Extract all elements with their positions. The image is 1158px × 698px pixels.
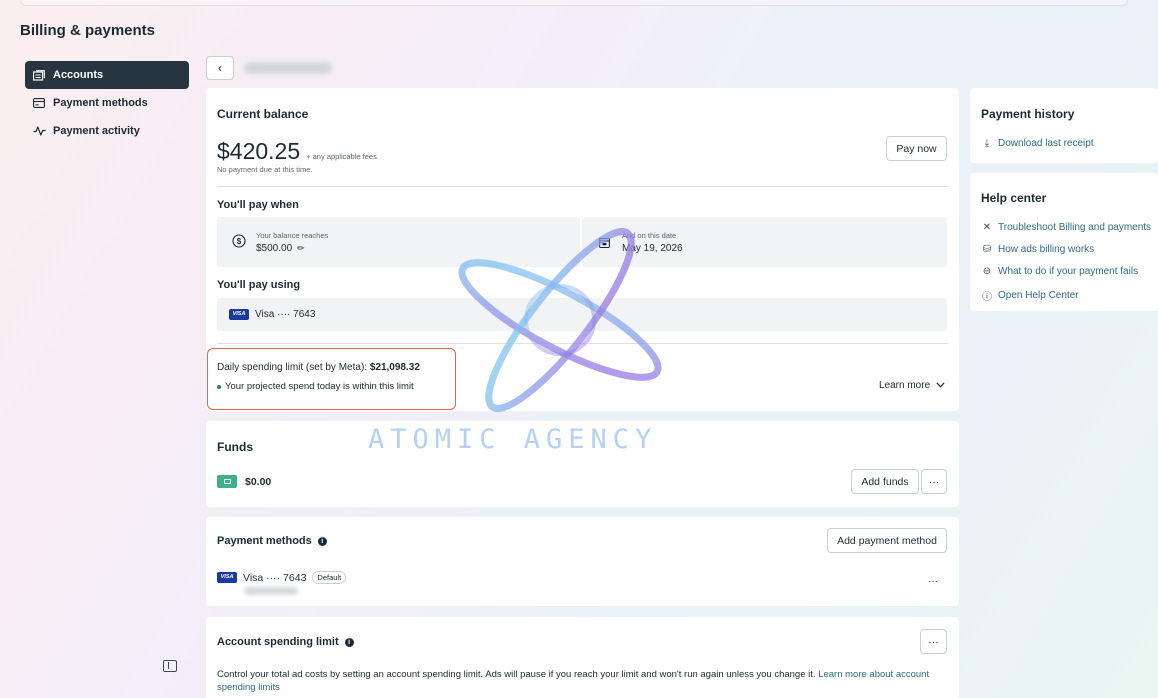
coins-icon: ⛁ <box>982 244 992 255</box>
help-center-card: Help center ✕ Troubleshoot Billing and p… <box>970 173 1158 311</box>
card-label: Visa ···· 7643 <box>255 309 316 320</box>
tools-icon: ✕ <box>982 222 992 233</box>
pay-when-title: You'll pay when <box>217 199 299 211</box>
sidebar-item-payment-methods[interactable]: Payment methods <box>25 89 189 117</box>
date-value: May 19, 2026 <box>622 243 683 254</box>
funds-amount: $0.00 <box>245 476 272 488</box>
pay-now-button[interactable]: Pay now <box>886 136 947 161</box>
learn-more-label: Learn more <box>879 380 931 391</box>
calendar-icon <box>599 235 610 253</box>
svg-text:$: $ <box>237 237 242 246</box>
account-limit-description: Control your total ad costs by setting a… <box>217 669 816 680</box>
date-box: And on this date May 19, 2026 <box>582 217 947 267</box>
sidebar-item-label: Payment methods <box>53 97 148 109</box>
account-name-redacted <box>244 62 332 74</box>
dollar-circle-icon: $ <box>232 234 246 253</box>
balance-amount: $420.25 <box>217 138 301 164</box>
help-link-billing[interactable]: ⛁ How ads billing works <box>982 244 1094 255</box>
help-link-open-help-center[interactable]: ⓘ Open Help Center <box>982 288 1079 303</box>
sidebar-nav: Accounts Payment methods Payment activit… <box>25 61 189 145</box>
sidebar-item-label: Accounts <box>53 69 104 81</box>
date-label: And on this date <box>622 231 677 240</box>
help-link-payment-fails[interactable]: ⊖ What to do if your payment fails <box>982 266 1138 277</box>
sidebar-item-payment-activity[interactable]: Payment activity <box>25 117 189 145</box>
daily-limit-value: $21,098.32 <box>369 362 420 373</box>
chevron-down-icon <box>936 380 945 391</box>
back-button[interactable]: ‹ <box>206 56 234 80</box>
help-link-label: Open Help Center <box>998 290 1079 301</box>
help-center-title: Help center <box>981 191 1047 205</box>
payment-methods-title: Payment methods <box>217 535 312 547</box>
payment-methods-card: Payment methods i Add payment method VIS… <box>206 517 959 606</box>
card-detail-redacted <box>244 587 298 595</box>
funds-more-button[interactable]: ··· <box>921 469 947 494</box>
account-limit-title: Account spending limit <box>217 636 339 648</box>
visa-icon: VISA <box>217 572 237 583</box>
divider <box>217 343 948 344</box>
help-link-label: How ads billing works <box>998 244 1095 255</box>
question-icon: ⓘ <box>982 292 992 303</box>
help-link-troubleshoot[interactable]: ✕ Troubleshoot Billing and payments <box>982 222 1151 233</box>
due-note: No payment due at this time. <box>217 165 313 174</box>
wallet-icon <box>217 475 237 488</box>
account-spending-limit-card: Account spending limit i ··· Control you… <box>206 617 959 698</box>
daily-limit-note: Your projected spend today is within thi… <box>225 381 414 392</box>
accounts-icon <box>33 69 53 81</box>
current-balance-card: Current balance $420.25 + any applicable… <box>206 88 959 411</box>
account-limit-description-block: Control your total ad costs by setting a… <box>217 668 937 694</box>
default-badge: Default <box>312 571 347 584</box>
add-payment-method-button[interactable]: Add payment method <box>827 528 947 553</box>
activity-icon <box>33 126 53 136</box>
payment-history-card: Payment history ⤓ Download last receipt <box>970 88 1158 163</box>
minus-circle-icon: ⊖ <box>982 266 992 277</box>
pay-using-title: You'll pay using <box>217 279 301 291</box>
collapse-sidebar-icon[interactable] <box>163 660 177 672</box>
payment-method-more-button[interactable]: ··· <box>928 576 938 587</box>
threshold-label: Your balance reaches <box>256 231 329 240</box>
watermark-text: ATOMIC AGENCY <box>368 424 658 455</box>
add-funds-button[interactable]: Add funds <box>851 469 919 494</box>
daily-limit-label: Daily spending limit (set by Meta): <box>217 362 368 373</box>
daily-limit-highlight <box>207 348 456 410</box>
status-dot-icon <box>217 384 221 389</box>
visa-icon: VISA <box>229 309 249 320</box>
chevron-left-icon: ‹ <box>218 61 222 75</box>
download-receipt-label: Download last receipt <box>998 138 1094 149</box>
sidebar-item-accounts[interactable]: Accounts <box>25 61 189 89</box>
card-icon <box>33 98 53 108</box>
page-title: Billing & payments <box>20 22 156 39</box>
account-limit-more-button[interactable]: ··· <box>920 629 947 654</box>
learn-more-toggle[interactable]: Learn more <box>879 380 945 391</box>
top-frame-edge <box>20 0 1128 6</box>
payment-card-box: VISA Visa ···· 7643 <box>217 298 947 331</box>
help-link-label: What to do if your payment fails <box>998 266 1139 277</box>
download-icon: ⤓ <box>984 138 990 149</box>
payment-history-title: Payment history <box>981 107 1075 121</box>
current-balance-title: Current balance <box>217 107 309 121</box>
info-icon[interactable]: i <box>344 637 354 647</box>
download-receipt-link[interactable]: ⤓ Download last receipt <box>982 138 1094 149</box>
pencil-icon[interactable]: ✏ <box>297 243 305 254</box>
sidebar-item-label: Payment activity <box>53 125 140 137</box>
threshold-value: $500.00 <box>256 243 293 254</box>
card-label: Visa ···· 7643 <box>243 571 307 584</box>
funds-title: Funds <box>217 440 253 454</box>
help-link-label: Troubleshoot Billing and payments <box>998 222 1152 233</box>
info-icon[interactable]: i <box>317 536 327 546</box>
divider <box>217 186 948 187</box>
threshold-box: $ Your balance reaches $500.00 ✏ <box>217 217 580 267</box>
fees-note: + any applicable fees <box>306 152 377 161</box>
